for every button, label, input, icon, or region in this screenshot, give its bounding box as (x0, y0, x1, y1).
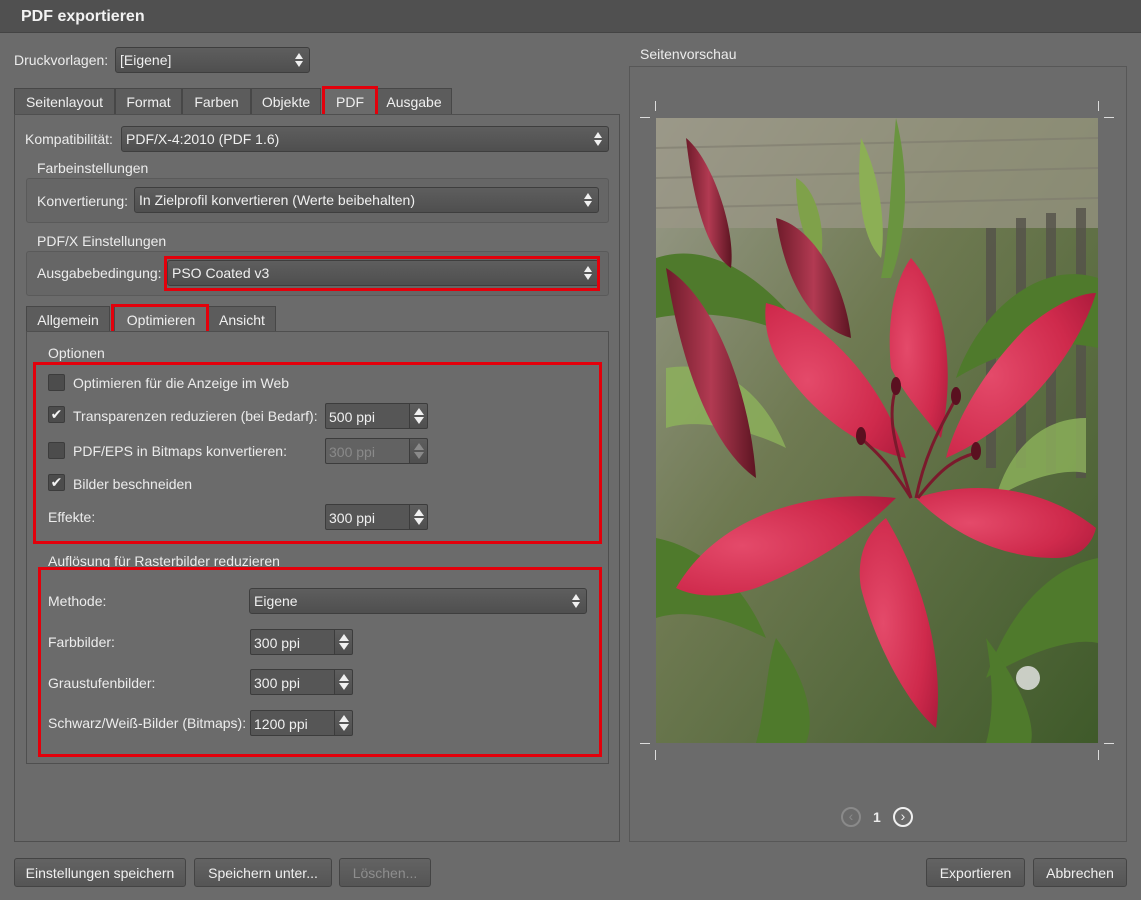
color-settings-heading: Farbeinstellungen (37, 160, 149, 176)
crop-images-checkbox[interactable]: ✔ (48, 474, 65, 491)
crop-mark (640, 117, 650, 118)
tab-objekte[interactable]: Objekte (251, 88, 321, 114)
crop-mark (1098, 750, 1099, 760)
crop-mark (640, 743, 650, 744)
crop-mark (655, 750, 656, 760)
compatibility-label: Kompatibilität: (25, 131, 113, 147)
save-as-button[interactable]: Speichern unter... (194, 858, 332, 887)
select-arrows-icon (584, 192, 592, 208)
conversion-label: Konvertierung: (37, 193, 129, 209)
tab-optimieren[interactable]: Optimieren (114, 306, 208, 332)
delete-button: Löschen... (339, 858, 431, 887)
select-arrows-icon (572, 593, 580, 609)
reduce-transparency-stepper[interactable]: 500 ppi (325, 403, 428, 429)
output-condition-select[interactable]: PSO Coated v3 (167, 260, 599, 286)
tab-farben[interactable]: Farben (182, 88, 251, 114)
optimize-web-label: Optimieren für die Anzeige im Web (73, 375, 290, 391)
reduce-transparency-checkbox[interactable]: ✔ (48, 406, 65, 423)
sub-tab-bar: Allgemein Optimieren Ansicht (26, 306, 278, 332)
preview-heading: Seitenvorschau (640, 46, 737, 62)
reduce-transparency-label: Transparenzen reduzieren (bei Bedarf): (73, 408, 318, 424)
lily-photo (656, 118, 1098, 743)
color-images-stepper[interactable]: 300 ppi (250, 629, 353, 655)
pdfeps-bitmaps-value: 300 ppi (325, 438, 410, 464)
stepper-arrows-icon (409, 438, 428, 464)
cancel-button[interactable]: Abbrechen (1033, 858, 1127, 887)
presets-label: Druckvorlagen: (14, 52, 109, 68)
optimize-panel (26, 331, 609, 764)
presets-select[interactable]: [Eigene] (115, 47, 310, 73)
effects-label: Effekte: (48, 509, 96, 525)
stepper-arrows-icon[interactable] (409, 504, 428, 530)
color-images-label: Farbbilder: (48, 634, 115, 650)
chevron-left-icon[interactable]: ‹ (841, 807, 861, 827)
grayscale-value[interactable]: 300 ppi (250, 669, 335, 695)
resolution-heading: Auflösung für Rasterbilder reduzieren (48, 553, 280, 569)
bw-value[interactable]: 1200 ppi (250, 710, 335, 736)
tab-seitenlayout[interactable]: Seitenlayout (14, 88, 115, 114)
select-arrows-icon (594, 131, 602, 147)
compatibility-value: PDF/X-4:2010 (PDF 1.6) (126, 131, 280, 147)
pdfeps-bitmaps-label: PDF/EPS in Bitmaps konvertieren: (73, 443, 287, 459)
method-select[interactable]: Eigene (249, 588, 587, 614)
conversion-value: In Zielprofil konvertieren (Werte beibeh… (139, 192, 415, 208)
bw-label: Schwarz/Weiß-Bilder (Bitmaps): (48, 715, 247, 731)
compatibility-select[interactable]: PDF/X-4:2010 (PDF 1.6) (121, 126, 609, 152)
tab-format[interactable]: Format (115, 88, 182, 114)
checkmark-icon: ✔ (50, 474, 63, 490)
crop-mark (655, 101, 656, 111)
method-label: Methode: (48, 593, 107, 609)
export-button[interactable]: Exportieren (926, 858, 1025, 887)
stepper-arrows-icon[interactable] (334, 629, 353, 655)
crop-mark (1098, 101, 1099, 111)
effects-value[interactable]: 300 ppi (325, 504, 410, 530)
conversion-select[interactable]: In Zielprofil konvertieren (Werte beibeh… (134, 187, 599, 213)
output-condition-label: Ausgabebedingung: (37, 265, 162, 281)
tab-pdf[interactable]: PDF (324, 88, 376, 114)
grayscale-label: Graustufenbilder: (48, 675, 156, 691)
stepper-arrows-icon[interactable] (334, 669, 353, 695)
tab-allgemein[interactable]: Allgemein (26, 306, 110, 332)
color-images-value[interactable]: 300 ppi (250, 629, 335, 655)
pdfeps-bitmaps-checkbox[interactable] (48, 442, 65, 459)
crop-images-label: Bilder beschneiden (73, 476, 193, 492)
page-preview-image (656, 118, 1098, 743)
reduce-transparency-value[interactable]: 500 ppi (325, 403, 410, 429)
title-bar: PDF exportieren (0, 0, 1141, 33)
page-number: 1 (873, 809, 881, 825)
chevron-right-icon[interactable]: › (893, 807, 913, 827)
tab-ansicht[interactable]: Ansicht (208, 306, 276, 332)
options-heading: Optionen (48, 345, 105, 361)
crop-mark (1104, 743, 1114, 744)
output-condition-value: PSO Coated v3 (172, 265, 270, 281)
effects-stepper[interactable]: 300 ppi (325, 504, 428, 530)
presets-value: [Eigene] (120, 52, 172, 68)
optimize-web-checkbox[interactable] (48, 374, 65, 391)
pdfx-settings-heading: PDF/X Einstellungen (37, 233, 167, 249)
grayscale-stepper[interactable]: 300 ppi (250, 669, 353, 695)
method-value: Eigene (254, 593, 298, 609)
main-tab-bar: Seitenlayout Format Farben Objekte PDF A… (14, 88, 454, 114)
window-title: PDF exportieren (21, 8, 145, 25)
stepper-arrows-icon[interactable] (334, 710, 353, 736)
pdfeps-bitmaps-stepper: 300 ppi (325, 438, 428, 464)
checkmark-icon: ✔ (50, 406, 63, 422)
select-arrows-icon (584, 265, 592, 281)
stepper-arrows-icon[interactable] (409, 403, 428, 429)
save-settings-button[interactable]: Einstellungen speichern (14, 858, 186, 887)
tab-ausgabe[interactable]: Ausgabe (376, 88, 452, 114)
crop-mark (1104, 117, 1114, 118)
select-arrows-icon (295, 52, 303, 68)
bw-stepper[interactable]: 1200 ppi (250, 710, 353, 736)
